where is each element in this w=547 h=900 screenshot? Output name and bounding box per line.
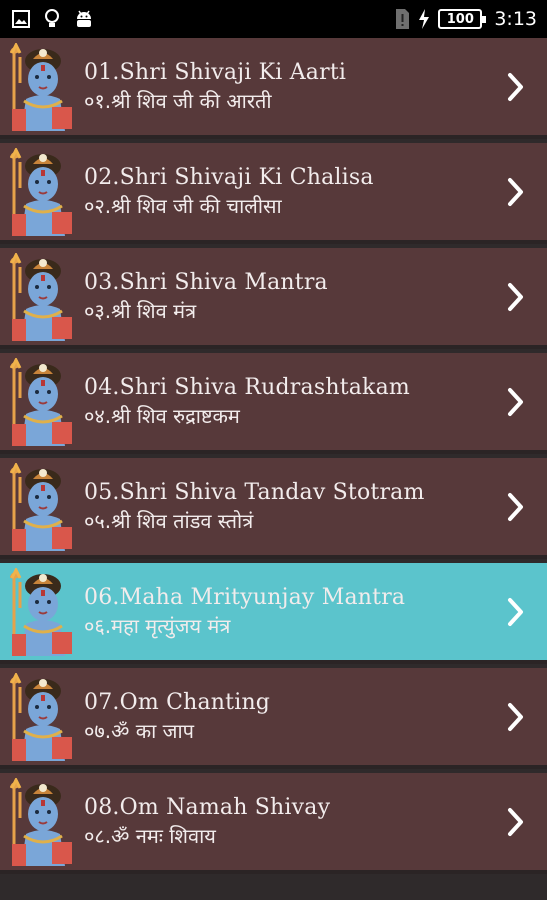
shiva-icon xyxy=(10,777,72,866)
list-item-5[interactable]: 05.Shri Shiva Tandav Stotram ०५.श्री शिव… xyxy=(0,458,547,559)
mantra-list: 01.Shri Shivaji Ki Aarti ०१.श्री शिव जी … xyxy=(0,38,547,900)
item-subtitle: ०२.श्री शिव जी की चालीसा xyxy=(84,193,282,218)
item-title: 02.Shri Shivaji Ki Chalisa xyxy=(84,164,374,190)
item-texts: 05.Shri Shiva Tandav Stotram ०५.श्री शिव… xyxy=(84,479,501,535)
battery-icon: 100 xyxy=(438,9,487,29)
charging-icon xyxy=(418,9,430,29)
item-texts: 03.Shri Shiva Mantra ०३.श्री शिव मंत्र xyxy=(84,269,501,325)
list-item-8[interactable]: 08.Om Namah Shivay ०८.ॐ नमः शिवाय xyxy=(0,773,547,874)
shiva-icon xyxy=(10,357,72,446)
list-item-4[interactable]: 04.Shri Shiva Rudrashtakam ०४.श्री शिव र… xyxy=(0,353,547,454)
android-icon xyxy=(74,9,94,29)
item-texts: 07.Om Chanting ०७.ॐ का जाप xyxy=(84,689,501,745)
status-bar-right: 100 3:13 xyxy=(394,8,537,30)
status-bar-left xyxy=(12,8,94,30)
chevron-right-icon xyxy=(508,282,523,311)
list-item-7[interactable]: 07.Om Chanting ०७.ॐ का जाप xyxy=(0,668,547,769)
item-subtitle: ०४.श्री शिव रुद्राष्टकम xyxy=(84,403,240,428)
image-icon xyxy=(12,10,30,28)
item-title: 01.Shri Shivaji Ki Aarti xyxy=(84,59,347,85)
item-texts: 02.Shri Shivaji Ki Chalisa ०२.श्री शिव ज… xyxy=(84,164,501,220)
chevron-right-icon xyxy=(508,177,523,206)
item-subtitle: ०५.श्री शिव तांडव स्तोत्रं xyxy=(84,508,254,533)
shiva-icon xyxy=(10,567,72,656)
lightbulb-icon xyxy=(44,8,60,30)
item-texts: 01.Shri Shivaji Ki Aarti ०१.श्री शिव जी … xyxy=(84,59,501,115)
shiva-icon xyxy=(10,42,72,131)
item-title: 06.Maha Mrityunjay Mantra xyxy=(84,584,406,610)
item-subtitle: ०७.ॐ का जाप xyxy=(84,718,195,743)
item-subtitle: ०६.महा मृत्युंजय मंत्र xyxy=(84,613,231,638)
sim-alert-icon xyxy=(394,8,410,30)
item-subtitle: ०३.श्री शिव मंत्र xyxy=(84,298,197,323)
item-texts: 08.Om Namah Shivay ०८.ॐ नमः शिवाय xyxy=(84,794,501,850)
chevron-right-icon xyxy=(508,492,523,521)
status-bar: 100 3:13 xyxy=(0,0,547,38)
item-subtitle: ०१.श्री शिव जी की आरती xyxy=(84,88,272,113)
shiva-icon xyxy=(10,462,72,551)
chevron-right-icon xyxy=(508,387,523,416)
item-texts: 06.Maha Mrityunjay Mantra ०६.महा मृत्युं… xyxy=(84,584,501,640)
status-time: 3:13 xyxy=(494,8,537,30)
chevron-right-icon xyxy=(508,702,523,731)
item-subtitle: ०८.ॐ नमः शिवाय xyxy=(84,823,216,848)
chevron-right-icon xyxy=(508,807,523,836)
list-item-2[interactable]: 02.Shri Shivaji Ki Chalisa ०२.श्री शिव ज… xyxy=(0,143,547,244)
item-title: 03.Shri Shiva Mantra xyxy=(84,269,328,295)
chevron-right-icon xyxy=(508,72,523,101)
shiva-icon xyxy=(10,672,72,761)
shiva-icon xyxy=(10,252,72,341)
shiva-icon xyxy=(10,147,72,236)
item-title: 05.Shri Shiva Tandav Stotram xyxy=(84,479,425,505)
list-item-1[interactable]: 01.Shri Shivaji Ki Aarti ०१.श्री शिव जी … xyxy=(0,38,547,139)
list-item-6[interactable]: 06.Maha Mrityunjay Mantra ०६.महा मृत्युं… xyxy=(0,563,547,664)
item-title: 07.Om Chanting xyxy=(84,689,271,715)
item-title: 04.Shri Shiva Rudrashtakam xyxy=(84,374,410,400)
item-texts: 04.Shri Shiva Rudrashtakam ०४.श्री शिव र… xyxy=(84,374,501,430)
list-item-3[interactable]: 03.Shri Shiva Mantra ०३.श्री शिव मंत्र xyxy=(0,248,547,349)
chevron-right-icon xyxy=(508,597,523,626)
item-title: 08.Om Namah Shivay xyxy=(84,794,331,820)
